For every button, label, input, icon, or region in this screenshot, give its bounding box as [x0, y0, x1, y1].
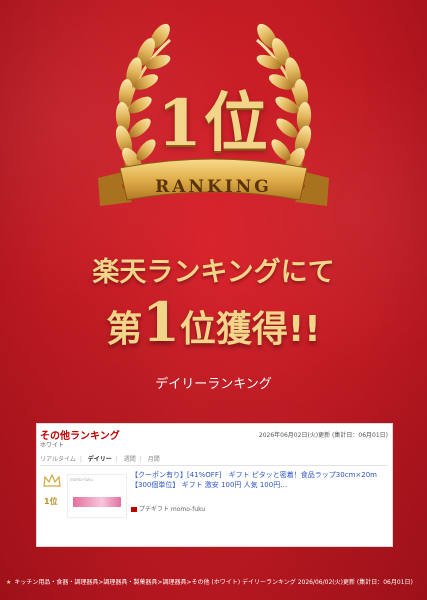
panel-subtitle: ホワイト: [40, 442, 65, 449]
shop-icon: [131, 507, 137, 512]
shop-name: プチギフト momo-fuku: [139, 506, 206, 513]
category-footer: ★ キッチン用品・食器・調理器具>調理器具・製菓器具>調理器具>その他 (ホワイト…: [6, 577, 421, 586]
ranking-panel: その他ランキング ホワイト 2026年06月02日(火)更新 (集計日：06月0…: [36, 423, 393, 547]
rank-badge-number: 1位: [157, 86, 270, 161]
tab-daily[interactable]: デイリー: [88, 454, 112, 463]
tab-separator: |: [79, 456, 82, 463]
tab-weekly[interactable]: 週間: [124, 454, 136, 463]
tab-realtime[interactable]: リアルタイム: [40, 454, 76, 463]
crown-icon: [43, 474, 61, 487]
star-icon: ★: [6, 579, 12, 586]
item-rank: 1位: [44, 497, 58, 506]
headline-line2: 第1位獲得!!: [0, 290, 427, 354]
headline-suffix: 位獲得!!: [179, 309, 321, 350]
thumbnail-caption: momo-fuku: [70, 477, 93, 482]
headline-line1: 楽天ランキングにて: [92, 257, 335, 288]
product-thumbnail[interactable]: momo-fuku: [67, 474, 127, 518]
headline-prefix: 第: [106, 309, 143, 350]
panel-updated-date: 2026年06月02日(火)更新 (集計日：06月01日): [258, 432, 388, 439]
tab-separator: |: [115, 456, 118, 463]
ranking-type-label: デイリーランキング: [155, 377, 272, 392]
headline-number: 1: [142, 290, 180, 354]
category-breadcrumb: キッチン用品・食器・調理器具>調理器具・製菓器具>調理器具>その他 (ホワイト)…: [14, 579, 413, 586]
ranking-tabs: リアルタイム | デイリー | 週間 | 月間: [40, 454, 388, 466]
shop-link[interactable]: プチギフト momo-fuku: [131, 504, 205, 513]
product-title-link[interactable]: 【クーポン有り】[41%OFF] ギフト ピタッと密着！食品ラップ30cm×20…: [131, 470, 386, 490]
product-image: [73, 497, 121, 507]
tab-separator: |: [139, 456, 142, 463]
ribbon-label: RANKING: [155, 177, 272, 197]
tab-monthly[interactable]: 月間: [148, 454, 160, 463]
